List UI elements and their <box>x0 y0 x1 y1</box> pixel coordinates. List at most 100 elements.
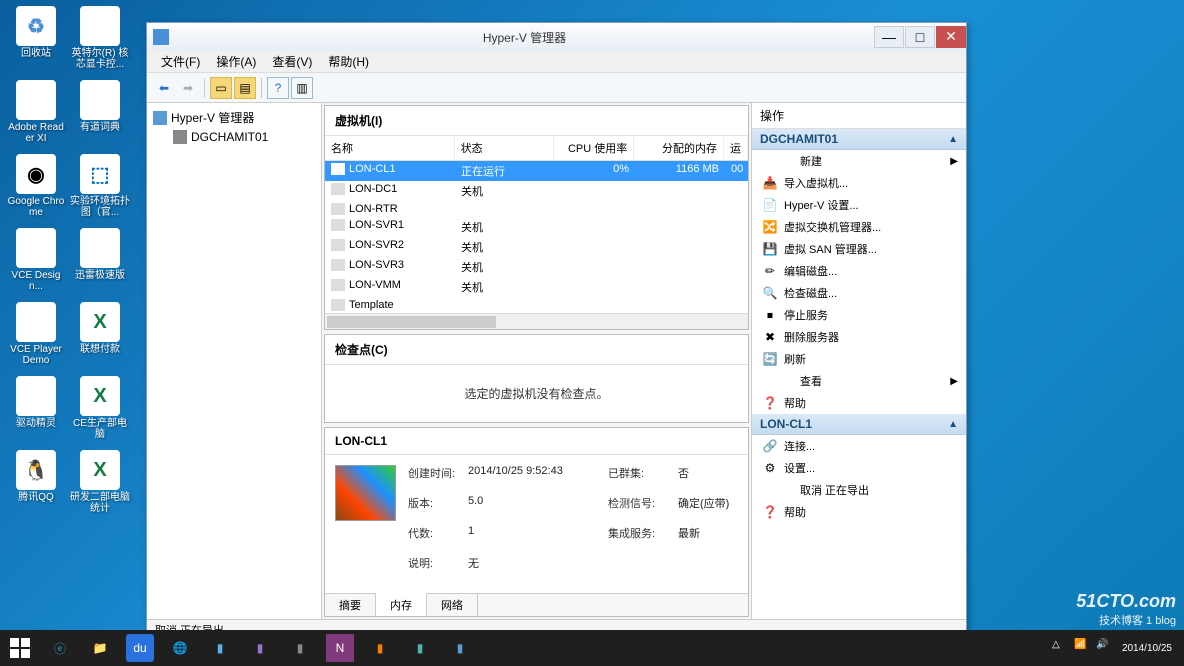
taskbar-date: 2014/10/25 <box>1122 643 1172 654</box>
action-item[interactable]: 💾虚拟 SAN 管理器... <box>752 238 966 260</box>
version-value: 5.0 <box>468 495 608 523</box>
minimize-button[interactable]: — <box>874 26 904 48</box>
action-item[interactable]: 📥导入虚拟机... <box>752 172 966 194</box>
taskbar-baidu[interactable]: du <box>126 634 154 662</box>
menu-item[interactable]: 查看(V) <box>264 51 320 72</box>
taskbar-app3[interactable]: ▮ <box>280 630 320 666</box>
taskbar-chrome[interactable]: 🌐 <box>160 630 200 666</box>
action-item[interactable]: 🔀虚拟交换机管理器... <box>752 216 966 238</box>
vm-row[interactable]: LON-SVR1关机 <box>325 217 748 237</box>
action-item[interactable]: ✖删除服务器 <box>752 326 966 348</box>
desktop-icon[interactable]: XCE生产部电脑 <box>70 376 130 440</box>
desktop-icon[interactable]: X研发二部电脑统计 <box>70 450 130 514</box>
desktop-icon[interactable]: 词有道词典 <box>70 80 130 133</box>
taskbar-app4[interactable]: ▮ <box>360 630 400 666</box>
desktop-icon[interactable]: AAdobe Reader XI <box>6 80 66 144</box>
help-button[interactable]: ? <box>267 77 289 99</box>
col-extra[interactable]: 运 <box>724 136 748 160</box>
action-item[interactable]: 🔗连接... <box>752 435 966 457</box>
desktop-icon[interactable]: 🐧腾讯QQ <box>6 450 66 503</box>
details-tab[interactable]: 网络 <box>427 594 478 616</box>
taskbar-app1[interactable]: ▮ <box>200 630 240 666</box>
vm-mem <box>635 182 725 200</box>
action-item[interactable]: 取消 正在导出 <box>752 479 966 501</box>
tree-root[interactable]: Hyper-V 管理器 <box>151 107 317 128</box>
desktop-icon[interactable]: ◉Google Chrome <box>6 154 66 218</box>
titlebar[interactable]: Hyper-V 管理器 — □ ✕ <box>147 23 966 51</box>
actions-group-vm[interactable]: LON-CL1 ▲ <box>752 414 966 435</box>
vm-row[interactable]: LON-VMM关机 <box>325 277 748 297</box>
properties-button[interactable]: ▤ <box>234 77 256 99</box>
desktop-icon[interactable]: ♻回收站 <box>6 6 66 59</box>
actions-group-host-label: DGCHAMIT01 <box>760 132 838 146</box>
action-label: 取消 正在导出 <box>800 482 869 498</box>
vm-row[interactable]: LON-DC1关机 <box>325 181 748 201</box>
taskbar-app2[interactable]: ▮ <box>240 630 280 666</box>
vm-row[interactable]: LON-SVR3关机 <box>325 257 748 277</box>
menu-item[interactable]: 文件(F) <box>153 51 208 72</box>
vm-row[interactable]: LON-CL1正在运行0%1166 MB00 <box>325 161 748 181</box>
horizontal-scrollbar[interactable] <box>325 313 748 329</box>
start-button[interactable] <box>0 630 40 666</box>
details-tab[interactable]: 摘要 <box>325 594 376 616</box>
taskbar-onenote[interactable]: N <box>326 634 354 662</box>
action-item[interactable]: 📄Hyper-V 设置... <box>752 194 966 216</box>
forward-button[interactable]: ➡ <box>177 77 199 99</box>
action-pane-button[interactable]: ▥ <box>291 77 313 99</box>
app-icon <box>153 29 169 45</box>
action-label: 删除服务器 <box>784 329 839 345</box>
action-item[interactable]: ❓帮助 <box>752 392 966 414</box>
action-label: 设置... <box>784 460 815 476</box>
desktop-icon[interactable]: PVCE Player Demo <box>6 302 66 366</box>
show-hide-tree-button[interactable]: ▭ <box>210 77 232 99</box>
version-label: 版本: <box>408 495 468 523</box>
tray-network-icon[interactable]: 📶 <box>1074 639 1092 657</box>
action-item[interactable]: ⏹停止服务 <box>752 304 966 326</box>
action-item[interactable]: 新建▶ <box>752 150 966 172</box>
col-mem[interactable]: 分配的内存 <box>634 136 724 160</box>
action-item[interactable]: ⚙设置... <box>752 457 966 479</box>
vm-cpu <box>555 238 635 256</box>
tray-icon[interactable]: △ <box>1052 639 1070 657</box>
menu-item[interactable]: 操作(A) <box>208 51 264 72</box>
details-tab[interactable]: 内存 <box>376 593 427 616</box>
vm-row[interactable]: LON-SVR2关机 <box>325 237 748 257</box>
vm-extra: 00 <box>725 162 748 180</box>
taskbar-explorer[interactable]: 📁 <box>80 630 120 666</box>
col-name[interactable]: 名称 <box>325 136 455 160</box>
actions-group-host[interactable]: DGCHAMIT01 ▲ <box>752 129 966 150</box>
desktop-icon[interactable]: ⬚实验环境拓扑图（官... <box>70 154 130 218</box>
desktop-icon[interactable]: 驱驱动精灵 <box>6 376 66 429</box>
clock[interactable]: 2014/10/25 <box>1116 643 1178 654</box>
action-item[interactable]: 🔄刷新 <box>752 348 966 370</box>
desktop-icon[interactable]: ↓迅雷极速版 <box>70 228 130 281</box>
col-cpu[interactable]: CPU 使用率 <box>554 136 634 160</box>
action-item[interactable]: 🔍检查磁盘... <box>752 282 966 304</box>
desktop-icon[interactable]: DVCE Design... <box>6 228 66 292</box>
tree-pane: Hyper-V 管理器 DGCHAMIT01 <box>147 103 322 619</box>
tray-volume-icon[interactable]: 🔊 <box>1096 639 1114 657</box>
action-label: 虚拟交换机管理器... <box>784 219 881 235</box>
desktop-icon[interactable]: X联想付款 <box>70 302 130 355</box>
tree-child[interactable]: DGCHAMIT01 <box>151 128 317 146</box>
close-button[interactable]: ✕ <box>936 26 966 48</box>
vm-row[interactable]: LON-RTR <box>325 201 748 217</box>
maximize-button[interactable]: □ <box>905 26 935 48</box>
vm-extra <box>725 202 748 216</box>
taskbar-app6[interactable]: ▮ <box>440 630 480 666</box>
action-item[interactable]: ✏编辑磁盘... <box>752 260 966 282</box>
desktop-icon[interactable]: ⚙英特尔(R) 核芯显卡控... <box>70 6 130 70</box>
action-label: 查看 <box>800 373 822 389</box>
icon-image: D <box>16 228 56 268</box>
menu-item[interactable]: 帮助(H) <box>320 51 377 72</box>
taskbar-app5[interactable]: ▮ <box>400 630 440 666</box>
back-button[interactable]: ⬅ <box>153 77 175 99</box>
vm-extra <box>725 298 748 312</box>
taskbar-ie[interactable]: ⓔ <box>40 630 80 666</box>
action-item[interactable]: ❓帮助 <box>752 501 966 523</box>
vm-row[interactable]: Template <box>325 297 748 313</box>
action-item[interactable]: 查看▶ <box>752 370 966 392</box>
col-state[interactable]: 状态 <box>455 136 555 160</box>
vm-thumbnail[interactable] <box>335 465 396 521</box>
action-label: 检查磁盘... <box>784 285 837 301</box>
